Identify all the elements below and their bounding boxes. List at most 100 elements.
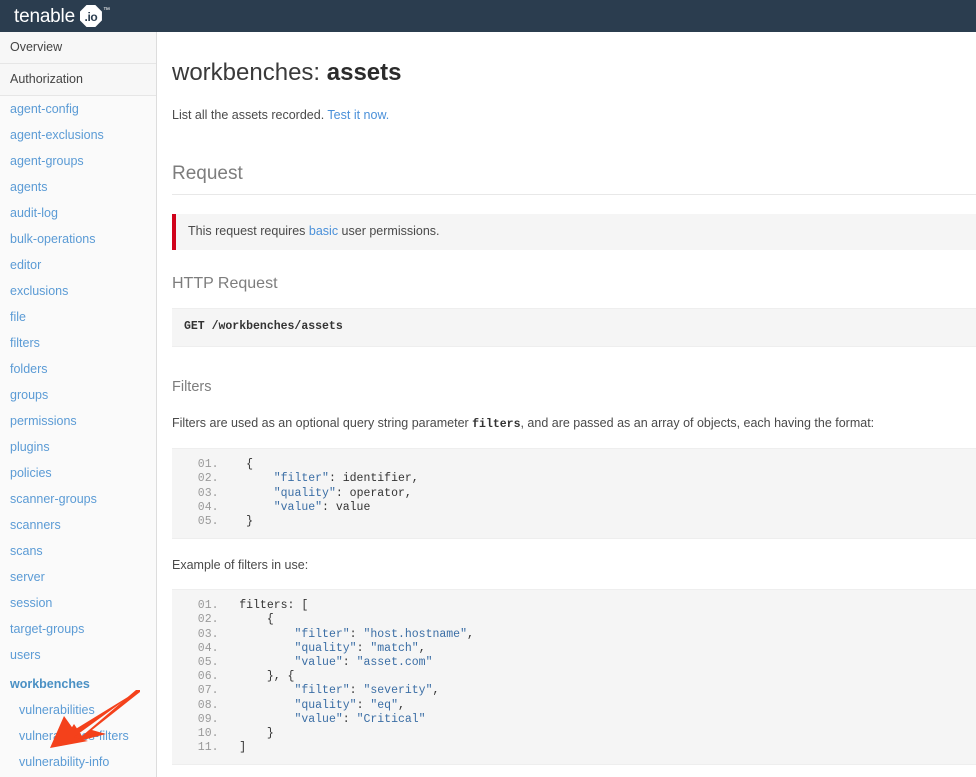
app-header: tenable .io ™ xyxy=(0,0,976,32)
code-token: : xyxy=(356,641,371,655)
callout-prefix: This request requires xyxy=(188,224,309,238)
code-token: ] xyxy=(218,741,247,755)
code-token: filters: [ xyxy=(218,599,309,613)
sidebar-item-scans[interactable]: scans xyxy=(0,538,156,564)
sidebar-item-scanner-groups[interactable]: scanner-groups xyxy=(0,486,156,512)
code-token: "value" xyxy=(294,712,343,726)
code-token: } xyxy=(218,515,254,529)
sidebar-item-editor[interactable]: editor xyxy=(0,252,156,278)
code-token: "quality" xyxy=(294,698,357,712)
code-token: "quality" xyxy=(273,486,336,500)
code-token: , xyxy=(397,698,405,712)
code-token: "value" xyxy=(273,500,323,514)
code-line-number: 03. xyxy=(184,627,219,641)
code-token: }, { xyxy=(218,670,295,684)
sidebar-item-agent-groups[interactable]: agent-groups xyxy=(0,148,156,174)
code-token: : value xyxy=(322,500,371,514)
code-line-number: 08. xyxy=(184,698,219,712)
section-heading-request: Request xyxy=(172,162,976,195)
code-token: : xyxy=(342,656,357,670)
sidebar-item-target-groups[interactable]: target-groups xyxy=(0,616,156,642)
sidebar-item-filters[interactable]: filters xyxy=(0,330,156,356)
sidebar-item-overview[interactable]: Overview xyxy=(0,32,156,64)
code-line-number: 02. xyxy=(184,472,219,486)
code-token: : xyxy=(342,712,357,726)
sidebar-item-server[interactable]: server xyxy=(0,564,156,590)
section-heading-http-request: HTTP Request xyxy=(172,275,278,292)
code-token: "host.hostname" xyxy=(363,627,467,641)
sidebar-item-authorization[interactable]: Authorization xyxy=(0,64,156,96)
code-line-number: 04. xyxy=(184,500,219,514)
sidebar-item-file[interactable]: file xyxy=(0,304,156,330)
sidebar-item-vulnerability-info[interactable]: vulnerability-info xyxy=(0,749,156,775)
code-token: , xyxy=(418,641,426,655)
code-line-number: 09. xyxy=(184,712,219,726)
code-token: : identifier, xyxy=(328,472,419,486)
permissions-callout: This request requires basic user permiss… xyxy=(172,214,976,250)
sidebar-item-exclusions[interactable]: exclusions xyxy=(0,278,156,304)
code-token: "eq" xyxy=(370,698,398,712)
code-token: : xyxy=(356,698,371,712)
code-line-number: 11. xyxy=(184,741,219,755)
code-line-number: 02. xyxy=(184,613,219,627)
code-line-number: 06. xyxy=(184,670,219,684)
code-line-number: 03. xyxy=(184,486,219,500)
test-it-now-link[interactable]: Test it now. xyxy=(327,108,389,122)
page-title-emphasis: assets xyxy=(326,59,402,86)
sidebar-item-bulk-operations[interactable]: bulk-operations xyxy=(0,226,156,252)
code-token: { xyxy=(218,613,274,627)
code-line-number: 04. xyxy=(184,641,219,655)
sidebar-item-policies[interactable]: policies xyxy=(0,460,156,486)
sidebar-item-vulnerabilities-filters[interactable]: vulnerabilities-filters xyxy=(0,723,156,749)
trademark-symbol: ™ xyxy=(102,7,110,14)
filters-intro-paragraph: Filters are used as an optional query st… xyxy=(172,414,976,434)
filters-param-code: filters xyxy=(472,418,521,432)
main-content: workbenches: assets List all the assets … xyxy=(157,32,976,777)
page-description: List all the assets recorded. Test it no… xyxy=(172,106,976,124)
code-line-number: 01. xyxy=(184,599,219,613)
sidebar-item-audit-log[interactable]: audit-log xyxy=(0,200,156,226)
tenable-io-logo[interactable]: tenable .io ™ xyxy=(14,5,110,27)
sidebar-item-session[interactable]: session xyxy=(0,590,156,616)
sidebar-item-agents[interactable]: agents xyxy=(0,174,156,200)
code-token: "severity" xyxy=(363,684,433,698)
sidebar-group-workbenches[interactable]: workbenches xyxy=(0,668,156,697)
basic-permission-link[interactable]: basic xyxy=(309,224,338,238)
code-token: "filter" xyxy=(273,472,329,486)
code-token: "quality" xyxy=(294,641,357,655)
code-token: "asset.com" xyxy=(356,656,433,670)
code-token: : xyxy=(349,627,364,641)
http-request-code-block: GET /workbenches/assets xyxy=(172,308,976,348)
sidebar-item-agent-config[interactable]: agent-config xyxy=(0,96,156,122)
sidebar-item-groups[interactable]: groups xyxy=(0,382,156,408)
code-token: , xyxy=(432,684,440,698)
code-line-number: 05. xyxy=(184,515,219,529)
logo-badge-text: .io xyxy=(84,10,98,24)
code-token: "filter" xyxy=(294,684,350,698)
sidebar-item-vulnerabilities[interactable]: vulnerabilities xyxy=(0,697,156,723)
code-line-number: 10. xyxy=(184,727,219,741)
code-line-number: 05. xyxy=(184,656,219,670)
sidebar-item-scanners[interactable]: scanners xyxy=(0,512,156,538)
sidebar-item-users[interactable]: users xyxy=(0,642,156,668)
code-token: "value" xyxy=(294,656,343,670)
code-token: } xyxy=(218,727,274,741)
sidebar-item-folders[interactable]: folders xyxy=(0,356,156,382)
page-description-text: List all the assets recorded. xyxy=(172,108,328,122)
code-token: "filter" xyxy=(294,627,350,641)
sidebar-item-plugins[interactable]: plugins xyxy=(0,434,156,460)
logo-badge-icon: .io xyxy=(79,5,102,27)
code-line-number: 07. xyxy=(184,684,219,698)
code-token: "match" xyxy=(370,641,419,655)
code-line-number: 01. xyxy=(184,458,219,472)
sidebar-item-agent-exclusions[interactable]: agent-exclusions xyxy=(0,122,156,148)
page-title: workbenches: assets xyxy=(172,58,976,88)
code-token: "Critical" xyxy=(356,712,426,726)
sidebar-item-permissions[interactable]: permissions xyxy=(0,408,156,434)
